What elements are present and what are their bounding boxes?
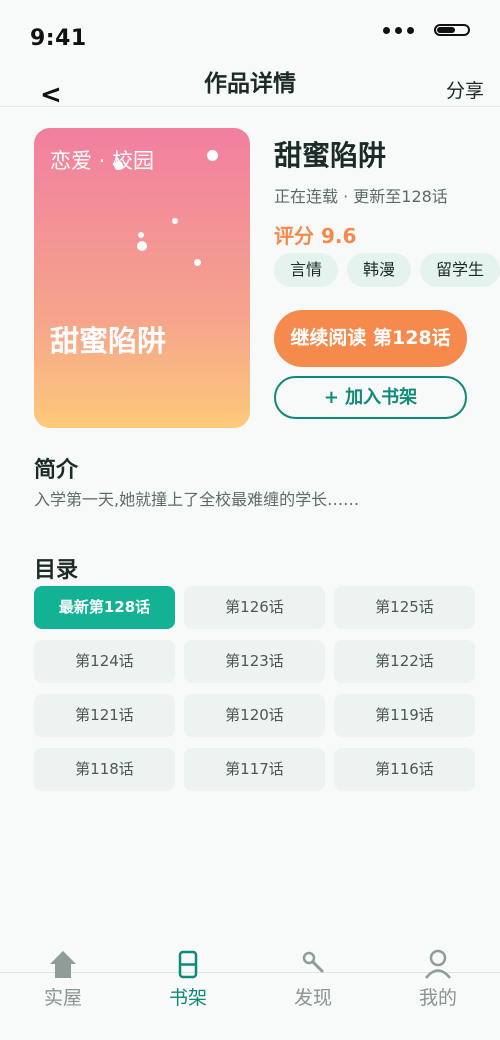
chapter-item[interactable]: 第119话 — [334, 694, 475, 737]
user-icon — [424, 949, 452, 979]
chapter-item[interactable]: 第122话 — [334, 640, 475, 683]
chapter-grid: 最新第128话 第126话 第125话 第124话 第123话 第122话 第1… — [34, 586, 475, 791]
chapter-item[interactable]: 第124话 — [34, 640, 175, 683]
bookshelf-icon — [178, 949, 198, 979]
tab-label: 发现 — [293, 987, 332, 1009]
cover-tag: 恋爱 · 校园 — [50, 149, 155, 173]
chapter-item[interactable]: 第121话 — [34, 694, 175, 737]
page-title: 作品详情 — [204, 71, 296, 97]
intro-text: 入学第一天,她就撞上了全校最难缠的学长…… — [34, 490, 360, 509]
tab-bar: 实屋 书架 发现 我的 — [0, 949, 500, 1040]
status-bar: 9:41 — [0, 0, 500, 60]
home-icon — [49, 949, 77, 979]
tab-home[interactable]: 实屋 — [0, 949, 126, 1010]
status-time: 9:41 — [30, 26, 87, 51]
cover-title: 甜蜜陷阱 — [50, 324, 167, 358]
tab-discover[interactable]: 发现 — [250, 949, 376, 1010]
chapter-item[interactable]: 第125话 — [334, 586, 475, 629]
add-to-shelf-button[interactable]: + 加入书架 — [274, 376, 467, 419]
battery-icon — [434, 24, 470, 36]
chapter-item[interactable]: 第120话 — [184, 694, 325, 737]
genre-tag[interactable]: 留学生 — [420, 253, 500, 287]
share-button[interactable]: 分享 — [446, 76, 484, 103]
continue-reading-button[interactable]: 继续阅读 第128话 — [274, 310, 467, 367]
intro-heading: 简介 — [34, 458, 79, 483]
sparkle-dot — [138, 232, 144, 238]
book-title: 甜蜜陷阱 — [274, 139, 387, 172]
chapter-item[interactable]: 第116话 — [334, 748, 475, 791]
tab-profile[interactable]: 我的 — [375, 949, 500, 1010]
book-status: 正在连载 · 更新至128话 — [274, 187, 448, 206]
chapter-item[interactable]: 第123话 — [184, 640, 325, 683]
tab-label: 书架 — [168, 987, 207, 1009]
chapter-item[interactable]: 第126话 — [184, 586, 325, 629]
search-icon — [301, 949, 325, 979]
signal-icon — [383, 27, 414, 34]
tab-bookshelf[interactable]: 书架 — [125, 949, 251, 1010]
chapter-item[interactable]: 第118话 — [34, 748, 175, 791]
genre-tag[interactable]: 言情 — [274, 253, 339, 287]
cover-image: 恋爱 · 校园 甜蜜陷阱 — [34, 128, 250, 428]
sparkle-dot — [172, 218, 178, 224]
nav-bar: < 作品详情 分享 — [0, 60, 500, 108]
sparkle-dot — [194, 259, 201, 266]
tab-label: 我的 — [418, 987, 457, 1009]
chapter-item-latest[interactable]: 最新第128话 — [34, 586, 175, 629]
sparkle-dot — [114, 161, 123, 170]
sparkle-dot — [207, 150, 218, 161]
chapter-item[interactable]: 第117话 — [184, 748, 325, 791]
tag-list: 言情 韩漫 留学生 — [274, 253, 500, 287]
sparkle-dot — [137, 241, 147, 251]
rating: 评分 9.6 — [274, 224, 357, 248]
tab-label: 实屋 — [43, 987, 82, 1009]
genre-tag[interactable]: 韩漫 — [347, 253, 412, 287]
catalog-heading: 目录 — [34, 558, 79, 583]
